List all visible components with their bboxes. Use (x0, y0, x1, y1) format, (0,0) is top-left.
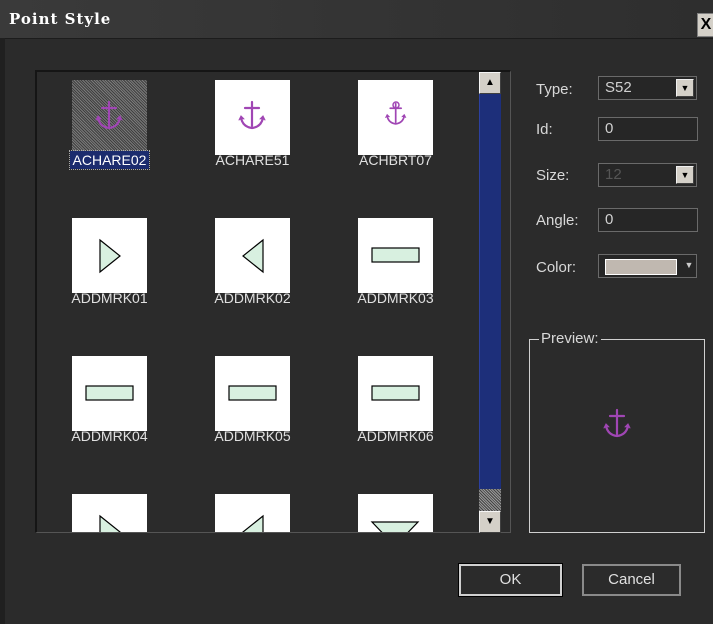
color-picker[interactable]: ▼ (598, 254, 697, 278)
symbol-label: ADDMRK02 (180, 290, 325, 306)
id-label: Id: (536, 121, 553, 138)
rectangle-icon (85, 385, 134, 401)
symbol-name: ADDMRK05 (214, 428, 291, 444)
triangle-left-icon (242, 238, 264, 274)
close-button[interactable]: X (697, 13, 713, 37)
symbol-label: ACHARE51 (180, 152, 325, 168)
angle-label: Angle: (536, 212, 579, 229)
triangle-left-icon (242, 514, 264, 532)
window-title: Point Style (9, 10, 112, 28)
size-value: 12 (605, 166, 622, 183)
symbol-thumbnail[interactable] (72, 218, 147, 293)
symbol-thumbnail[interactable] (358, 218, 433, 293)
anchor-berth-icon (385, 101, 407, 125)
symbol-item[interactable]: ADDMRK05 (180, 348, 310, 478)
symbol-item[interactable]: ACHBRT07 (323, 72, 453, 202)
ok-button[interactable]: OK (458, 563, 563, 597)
title-bar: Point Style X (0, 0, 713, 39)
type-label: Type: (536, 81, 573, 98)
symbol-thumbnail[interactable] (72, 80, 147, 155)
symbol-label: ADDMRK05 (180, 428, 325, 444)
symbol-thumbnail[interactable] (358, 356, 433, 431)
chevron-down-icon[interactable]: ▼ (676, 166, 694, 184)
chevron-down-icon[interactable]: ▼ (683, 257, 695, 275)
rectangle-icon (371, 247, 420, 263)
anchor-icon (95, 100, 123, 130)
symbol-name: ADDMRK03 (357, 290, 434, 306)
preview-box (529, 339, 705, 533)
type-select[interactable]: S52 ▼ (598, 76, 697, 100)
triangle-right-icon (99, 238, 121, 274)
symbol-thumbnail[interactable] (215, 494, 290, 532)
symbol-thumbnail[interactable] (358, 80, 433, 155)
symbol-label: ADDMRK01 (37, 290, 182, 306)
triangle-down-icon (370, 521, 420, 532)
rectangle-icon (371, 385, 420, 401)
symbol-thumbnail[interactable] (358, 494, 433, 532)
symbol-item[interactable]: ACHARE02 (37, 72, 167, 202)
symbol-name: ACHBRT07 (359, 152, 432, 168)
symbol-name: ACHARE51 (215, 152, 290, 168)
scroll-thumb[interactable] (479, 94, 501, 489)
color-label: Color: (536, 259, 577, 276)
angle-field[interactable]: 0 (598, 208, 698, 232)
rectangle-icon (228, 385, 277, 401)
symbol-name: ADDMRK04 (71, 428, 148, 444)
symbol-thumbnail[interactable] (215, 80, 290, 155)
symbol-item[interactable] (37, 486, 167, 532)
symbol-item[interactable]: ADDMRK04 (37, 348, 167, 478)
symbol-thumbnail[interactable] (72, 494, 147, 532)
symbol-name: ACHARE02 (68, 150, 151, 170)
symbol-thumbnail[interactable] (215, 356, 290, 431)
symbol-label: ADDMRK06 (323, 428, 468, 444)
symbol-item[interactable]: ADDMRK03 (323, 210, 453, 340)
symbol-item[interactable]: ADDMRK06 (323, 348, 453, 478)
symbol-thumbnail[interactable] (72, 356, 147, 431)
vertical-scrollbar[interactable]: ▲ ▼ (479, 72, 501, 533)
symbol-name: ADDMRK06 (357, 428, 434, 444)
type-value: S52 (605, 79, 632, 96)
symbol-label: ADDMRK03 (323, 290, 468, 306)
chevron-down-icon[interactable]: ▼ (676, 79, 694, 97)
symbol-item[interactable] (323, 486, 453, 532)
symbol-item[interactable]: ACHARE51 (180, 72, 310, 202)
symbol-item[interactable] (180, 486, 310, 532)
id-field[interactable]: 0 (598, 117, 698, 141)
symbol-label: ACHARE02 (37, 150, 182, 170)
size-label: Size: (536, 167, 570, 184)
symbol-item[interactable]: ADDMRK01 (37, 210, 167, 340)
color-swatch (605, 259, 677, 275)
scroll-down-button[interactable]: ▼ (479, 511, 501, 533)
scroll-up-button[interactable]: ▲ (479, 72, 501, 94)
cancel-button[interactable]: Cancel (582, 564, 681, 596)
window-left-edge (0, 38, 5, 624)
anchor-icon (603, 408, 631, 438)
symbol-list[interactable]: ACHARE02 ACHARE51 ACHBRT07 ADDMRK01 ADDMRK… (35, 70, 511, 533)
triangle-right-icon (99, 514, 121, 532)
symbol-label: ADDMRK04 (37, 428, 182, 444)
symbol-label: ACHBRT07 (323, 152, 468, 168)
anchor-icon (238, 100, 266, 130)
symbol-name: ADDMRK01 (71, 290, 148, 306)
symbol-item[interactable]: ADDMRK02 (180, 210, 310, 340)
size-select[interactable]: 12 ▼ (598, 163, 697, 187)
preview-label: Preview: (539, 330, 601, 347)
symbol-thumbnail[interactable] (215, 218, 290, 293)
symbol-name: ADDMRK02 (214, 290, 291, 306)
